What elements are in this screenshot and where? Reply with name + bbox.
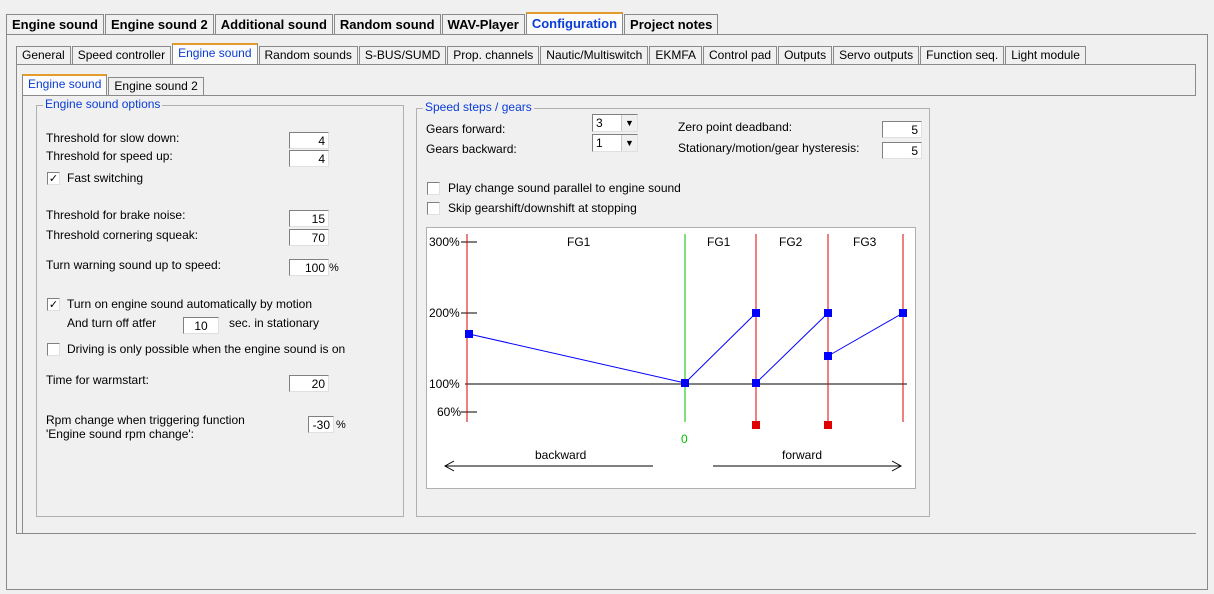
curve-reverse	[468, 333, 686, 384]
tab-engine-sound-2[interactable]: Engine sound 2	[104, 14, 214, 34]
gears-backward-select[interactable]: 1 ▼	[592, 134, 638, 152]
gear-label-fg1: FG1	[707, 235, 731, 249]
point-gear-1-end[interactable]	[752, 309, 760, 317]
point-gear-3-start[interactable]	[824, 352, 832, 360]
subtab-control-pad[interactable]: Control pad	[703, 46, 778, 64]
warmstart-label: Time for warmstart:	[46, 373, 149, 387]
subtab-engine-sound[interactable]: Engine sound	[172, 43, 258, 64]
gear-label-reverse: FG1	[567, 235, 591, 249]
gears-backward-value: 1	[596, 136, 603, 150]
subtab-outputs[interactable]: Outputs	[778, 46, 833, 64]
parallel-sound-checkbox[interactable]	[427, 182, 440, 195]
shift-point-2[interactable]	[824, 421, 832, 429]
gear-label-fg3: FG3	[853, 235, 877, 249]
subtab-light-module[interactable]: Light module	[1005, 46, 1086, 64]
ylabel-100: 100%	[429, 377, 460, 391]
tab-additional-sound[interactable]: Additional sound	[214, 14, 333, 34]
chevron-down-icon[interactable]: ▼	[621, 115, 637, 131]
fast-switching-checkbox[interactable]: ✓	[47, 172, 60, 185]
auto-off-suffix: sec. in stationary	[229, 316, 320, 330]
speed-steps-title: Speed steps / gears	[423, 100, 534, 114]
point-gear-2-start[interactable]	[752, 379, 760, 387]
engine-sound-tab-bar: Engine sound Engine sound 2	[22, 74, 205, 95]
driving-only-checkbox[interactable]	[47, 343, 60, 356]
auto-off-label: And turn off atfer	[67, 316, 157, 330]
point-reverse-start[interactable]	[465, 330, 473, 338]
shift-point-1[interactable]	[752, 421, 760, 429]
deadband-label: Zero point deadband:	[678, 120, 793, 134]
rpm-change-unit: %	[336, 419, 346, 431]
curve-gear-1	[684, 312, 757, 384]
gears-forward-select[interactable]: 3 ▼	[592, 114, 638, 132]
warning-speed-input[interactable]: 100	[289, 259, 329, 276]
ylabel-60: 60%	[437, 405, 461, 419]
tab-configuration[interactable]: Configuration	[525, 12, 624, 34]
auto-on-checkbox[interactable]: ✓	[47, 298, 60, 311]
gear-rpm-graph-svg: 300% 200% 100% 60% FG1 FG1 FG2 FG3 0 bac…	[429, 234, 907, 472]
driving-only-label: Driving is only possible when the engine…	[67, 342, 346, 356]
subtab-ekmfa[interactable]: EKMFA	[649, 46, 703, 64]
subtab-speed-controller[interactable]: Speed controller	[71, 46, 172, 64]
config-tab-bar: General Speed controller Engine sound Ra…	[16, 43, 1087, 64]
subtab-random-sounds[interactable]: Random sounds	[258, 46, 358, 64]
deadband-input[interactable]: 5	[882, 121, 922, 138]
fast-switching-label: Fast switching	[67, 171, 144, 185]
tab-engine-sound[interactable]: Engine sound	[6, 14, 104, 34]
brake-noise-input[interactable]: 15	[289, 210, 329, 227]
subtab-sbus-sumd[interactable]: S-BUS/SUMD	[358, 46, 447, 64]
subtab-general[interactable]: General	[16, 46, 71, 64]
innertab-engine-sound[interactable]: Engine sound	[22, 74, 108, 95]
point-gear-3-end[interactable]	[899, 309, 907, 317]
speed-up-label: Threshold for speed up:	[46, 149, 173, 163]
ylabel-300: 300%	[429, 235, 460, 249]
zero-label: 0	[681, 432, 688, 446]
gears-forward-label: Gears forward:	[426, 122, 506, 136]
innertab-engine-sound-2[interactable]: Engine sound 2	[108, 77, 204, 95]
tab-random-sound[interactable]: Random sound	[333, 14, 441, 34]
slow-down-input[interactable]: 4	[289, 132, 329, 149]
engine-sound-options-group: Engine sound options	[36, 97, 404, 517]
subtab-servo-outputs[interactable]: Servo outputs	[833, 46, 920, 64]
warning-speed-label: Turn warning sound up to speed:	[46, 258, 222, 272]
rpm-change-input[interactable]: -30	[308, 416, 334, 433]
gear-rpm-graph: 300% 200% 100% 60% FG1 FG1 FG2 FG3 0 bac…	[426, 227, 916, 489]
warmstart-input[interactable]: 20	[289, 375, 329, 392]
hysteresis-label: Stationary/motion/gear hysteresis:	[678, 141, 860, 155]
slow-down-label: Threshold for slow down:	[46, 131, 180, 145]
cornering-label: Threshold cornering squeak:	[46, 228, 199, 242]
gear-label-fg2: FG2	[779, 235, 803, 249]
gears-backward-label: Gears backward:	[426, 142, 517, 156]
auto-off-seconds-input[interactable]: 10	[183, 317, 219, 334]
chevron-down-icon[interactable]: ▼	[621, 135, 637, 151]
point-gear-2-end[interactable]	[824, 309, 832, 317]
rpm-change-label-1: Rpm change when triggering function	[46, 413, 245, 427]
gears-forward-value: 3	[596, 116, 603, 130]
hysteresis-input[interactable]: 5	[882, 142, 922, 159]
engine-sound-options-title: Engine sound options	[43, 97, 163, 111]
tab-wav-player[interactable]: WAV-Player	[441, 14, 525, 34]
subtab-nautic-multiswitch[interactable]: Nautic/Multiswitch	[540, 46, 649, 64]
warning-speed-unit: %	[329, 262, 339, 274]
subtab-prop-channels[interactable]: Prop. channels	[447, 46, 540, 64]
cornering-input[interactable]: 70	[289, 229, 329, 246]
auto-on-label: Turn on engine sound automatically by mo…	[67, 297, 313, 311]
ylabel-200: 200%	[429, 306, 460, 320]
forward-label: forward	[782, 448, 822, 462]
main-tab-bar: Engine sound Engine sound 2 Additional s…	[6, 12, 719, 34]
tab-project-notes[interactable]: Project notes	[624, 14, 719, 34]
skip-gearshift-label: Skip gearshift/downshift at stopping	[448, 201, 637, 215]
speed-up-input[interactable]: 4	[289, 150, 329, 167]
point-zero[interactable]	[681, 379, 689, 387]
curve-gear-2	[755, 312, 829, 384]
rpm-change-label-2: 'Engine sound rpm change':	[46, 427, 195, 441]
curve-gear-3	[827, 312, 904, 357]
backward-label: backward	[535, 448, 586, 462]
subtab-function-seq[interactable]: Function seq.	[920, 46, 1005, 64]
skip-gearshift-checkbox[interactable]	[427, 202, 440, 215]
parallel-sound-label: Play change sound parallel to engine sou…	[448, 181, 681, 195]
brake-noise-label: Threshold for brake noise:	[46, 208, 186, 222]
